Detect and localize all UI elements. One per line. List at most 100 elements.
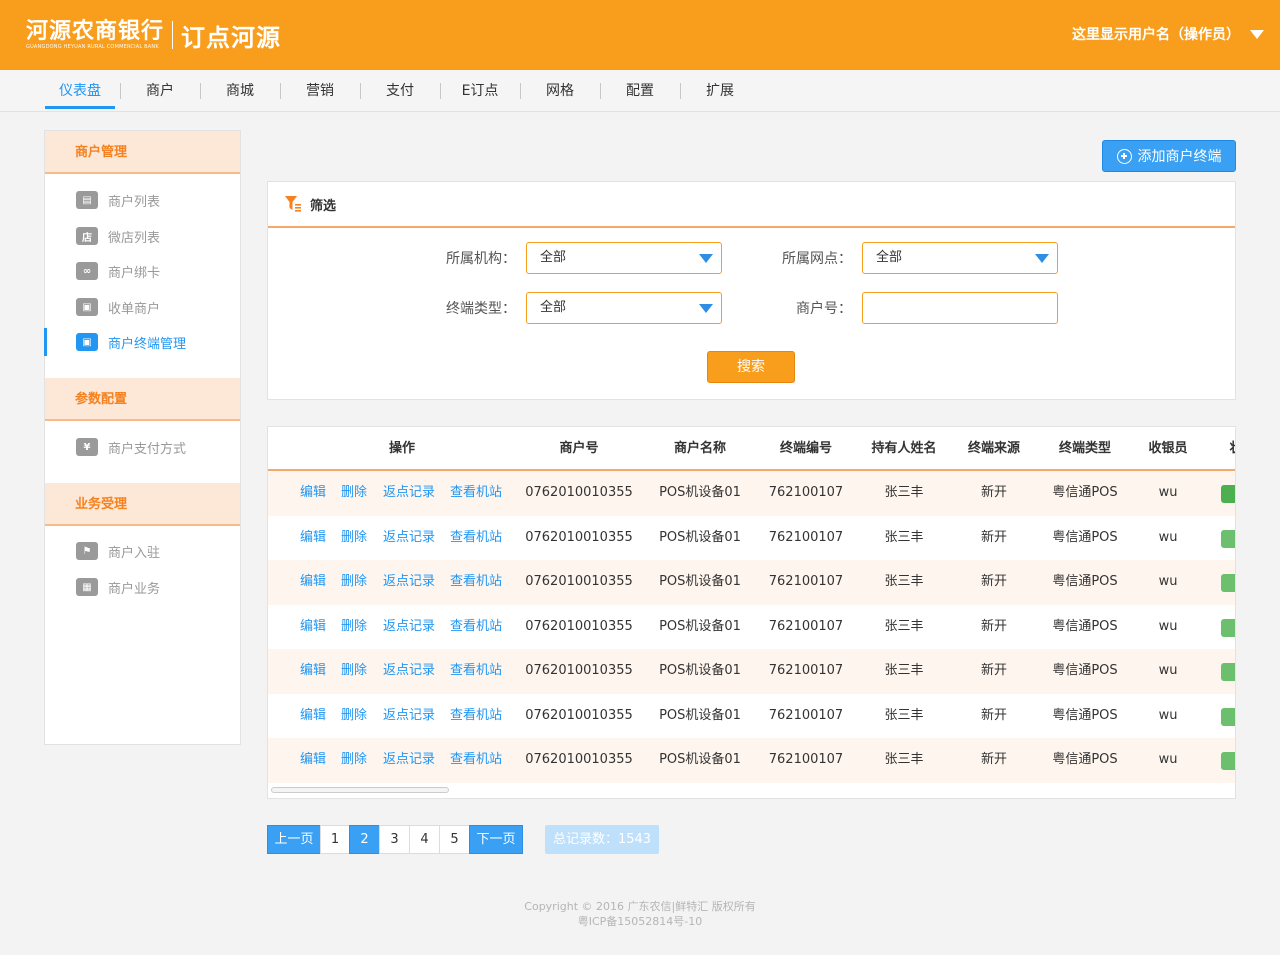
edit-link[interactable]: 编辑 xyxy=(300,560,326,604)
page-5-button[interactable]: 5 xyxy=(439,825,470,854)
page-1-button[interactable]: 1 xyxy=(320,825,350,854)
org-select[interactable]: 全部 xyxy=(526,242,722,274)
rebate-record-link[interactable]: 返点记录 xyxy=(383,471,435,515)
status-toggle[interactable] xyxy=(1221,574,1235,592)
branch-select[interactable]: 全部 xyxy=(862,242,1058,274)
status-toggle[interactable] xyxy=(1221,529,1235,548)
bank-name-en: GUANGDONG HEYUAN RURAL COMMERCIAL BANK xyxy=(26,43,159,50)
status-toggle[interactable] xyxy=(1221,485,1235,503)
sidebar-item-0-1[interactable]: 店微店列表 xyxy=(45,221,240,251)
table-cell: 0762010010355 xyxy=(525,618,633,634)
status-toggle[interactable] xyxy=(1221,752,1235,770)
search-button[interactable]: 搜索 xyxy=(707,351,795,383)
edit-link[interactable]: 编辑 xyxy=(300,649,326,693)
app-name: 订点河源 xyxy=(181,23,282,52)
table-cell: POS机设备01 xyxy=(659,663,741,678)
view-station-link[interactable]: 查看机站 xyxy=(450,738,502,782)
terminal-type-select[interactable]: 全部 xyxy=(526,292,722,324)
nav-tab-5[interactable]: E订点 xyxy=(440,70,520,112)
nav-tab-2[interactable]: 商城 xyxy=(200,70,280,112)
page-2-button[interactable]: 2 xyxy=(349,825,380,854)
dropdown-arrow-icon xyxy=(699,304,713,313)
rebate-record-link[interactable]: 返点记录 xyxy=(383,649,435,693)
next-page-button[interactable]: 下一页 xyxy=(469,825,523,854)
edit-link[interactable]: 编辑 xyxy=(300,471,326,515)
view-station-link[interactable]: 查看机站 xyxy=(450,649,502,693)
table-header: 操作商户号商户名称终端编号持有人姓名终端来源终端类型收银员状 xyxy=(268,427,1235,471)
pagination: 上一页 1 2 3 4 5 下一页 xyxy=(267,825,523,854)
table-cell: 0762010010355 xyxy=(525,529,633,545)
table-cell: POS机设备01 xyxy=(659,618,741,634)
column-header: 状 xyxy=(1186,427,1235,471)
table-cell: wu xyxy=(1158,529,1178,545)
edit-link[interactable]: 编辑 xyxy=(300,738,326,782)
nav-tab-4[interactable]: 支付 xyxy=(360,70,440,112)
nav-tab-1[interactable]: 商户 xyxy=(120,70,200,112)
page-4-button[interactable]: 4 xyxy=(409,825,440,854)
delete-link[interactable]: 删除 xyxy=(341,471,367,515)
rebate-record-link[interactable]: 返点记录 xyxy=(383,560,435,604)
sidebar-item-0-4[interactable]: ▣ 商户终端管理 xyxy=(44,327,240,357)
table-cell: wu xyxy=(1158,574,1178,589)
status-toggle[interactable] xyxy=(1221,663,1235,681)
merchant-no-input[interactable] xyxy=(862,292,1058,324)
view-station-link[interactable]: 查看机站 xyxy=(450,694,502,738)
table-cell: wu xyxy=(1158,752,1178,767)
add-merchant-terminal-button[interactable]: 添加商户终端 xyxy=(1102,140,1236,172)
delete-link[interactable]: 删除 xyxy=(341,516,367,560)
rebate-record-link[interactable]: 返点记录 xyxy=(383,605,435,649)
edit-link[interactable]: 编辑 xyxy=(300,516,326,560)
sidebar-item-label: 商户绑卡 xyxy=(108,265,161,281)
edit-link[interactable]: 编辑 xyxy=(300,605,326,649)
status-toggle[interactable] xyxy=(1221,707,1235,726)
sidebar-item-label: 商户业务 xyxy=(108,581,161,597)
view-station-link[interactable]: 查看机站 xyxy=(450,605,502,649)
horizontal-scrollbar[interactable] xyxy=(271,787,449,793)
delete-link[interactable]: 删除 xyxy=(341,738,367,782)
column-header: 持有人姓名 xyxy=(871,441,937,456)
page-3-button[interactable]: 3 xyxy=(379,825,410,854)
view-station-link[interactable]: 查看机站 xyxy=(450,560,502,604)
delete-link[interactable]: 删除 xyxy=(341,649,367,693)
sidebar-item-2-1[interactable]: ▦ 商户业务 xyxy=(45,572,240,602)
edit-link[interactable]: 编辑 xyxy=(300,694,326,738)
table-cell: 0762010010355 xyxy=(525,707,633,723)
delete-link[interactable]: 删除 xyxy=(341,694,367,738)
sidebar-item-label: 商户支付方式 xyxy=(108,441,187,457)
funnel-icon xyxy=(285,196,301,212)
terminal-table: 操作商户号商户名称终端编号持有人姓名终端来源终端类型收银员状 编辑删除返点记录查… xyxy=(267,426,1236,799)
status-toggle[interactable] xyxy=(1221,618,1235,637)
table-row: 编辑 删除 返点记录 查看机站 0762010010355 POS机设备01 7621001… xyxy=(268,516,1235,561)
sidebar-item-0-0[interactable]: ▤ 商户列表 xyxy=(45,185,240,215)
column-header: 操作 xyxy=(388,441,415,456)
table-cell: 0762010010355 xyxy=(525,663,633,678)
sidebar-item-label: 商户列表 xyxy=(108,194,161,210)
filter-panel: 筛选 所属机构： 全部 所属网点： 全部 终端类型： 全部 商户号： 搜索 xyxy=(267,181,1236,400)
view-station-link[interactable]: 查看机站 xyxy=(450,516,502,560)
rebate-record-link[interactable]: 返点记录 xyxy=(383,516,435,560)
rebate-record-link[interactable]: 返点记录 xyxy=(383,694,435,738)
nav-tab-0[interactable]: 仪表盘 xyxy=(40,70,120,112)
nav-tab-3[interactable]: 营销 xyxy=(280,70,360,112)
view-station-link[interactable]: 查看机站 xyxy=(450,471,502,515)
plus-circle-icon xyxy=(1116,148,1132,164)
logo: 河源农商银行 GUANGDONG HEYUAN RURAL COMMERCIAL… xyxy=(26,18,281,52)
rebate-record-link[interactable]: 返点记录 xyxy=(383,738,435,782)
menu-icon: ▤ xyxy=(76,191,98,209)
sidebar-item-0-2[interactable]: ∞ 商户绑卡 xyxy=(45,256,240,286)
sidebar-item-2-0[interactable]: ⚑ 商户入驻 xyxy=(45,536,240,566)
sidebar-item-0-3[interactable]: ▣ 收单商户 xyxy=(45,292,240,322)
delete-link[interactable]: 删除 xyxy=(341,605,367,649)
prev-page-button[interactable]: 上一页 xyxy=(267,825,321,854)
menu-icon: ▣ xyxy=(76,333,98,351)
nav-tab-8[interactable]: 扩展 xyxy=(680,70,760,112)
user-menu[interactable]: 这里显示用户名（操作员） xyxy=(1072,24,1264,44)
delete-link[interactable]: 删除 xyxy=(341,560,367,604)
nav-tab-7[interactable]: 配置 xyxy=(600,70,680,112)
nav-tab-6[interactable]: 网格 xyxy=(520,70,600,112)
dropdown-arrow-icon xyxy=(1035,254,1049,263)
sidebar-item-1-0[interactable]: ¥ 商户支付方式 xyxy=(45,432,240,462)
sidebar-group-title: 业务受理 xyxy=(45,483,240,526)
sidebar-group-title: 商户管理 xyxy=(45,131,240,174)
icp-number: 粤ICP备15052814号-10 xyxy=(577,915,703,928)
